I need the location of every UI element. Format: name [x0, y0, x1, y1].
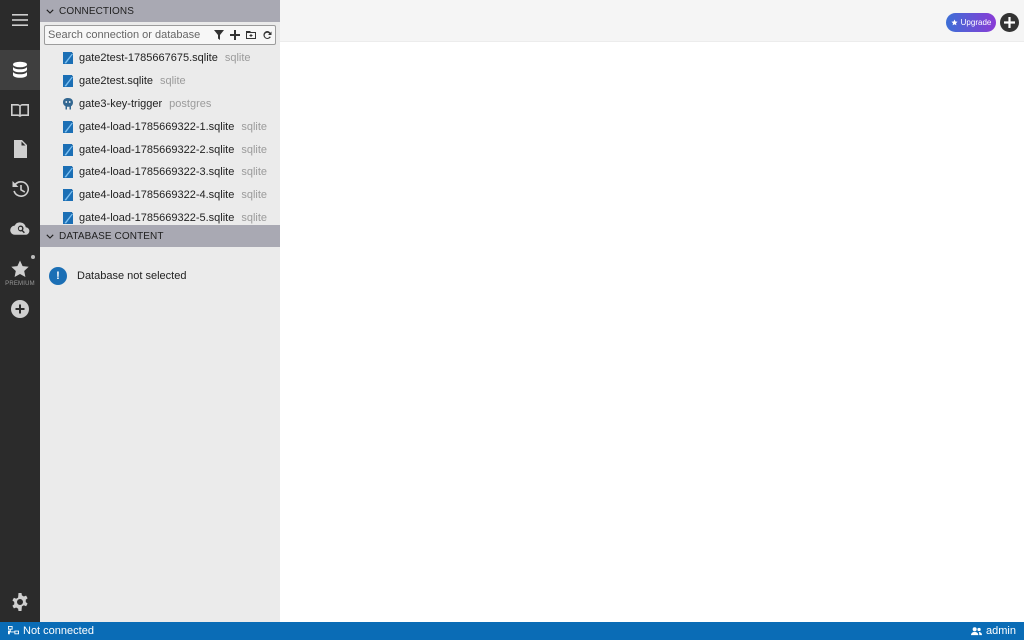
- sqlite-icon: [63, 166, 73, 179]
- upgrade-button[interactable]: Upgrade: [946, 13, 996, 32]
- star-icon: [11, 260, 29, 277]
- rail-file-button[interactable]: [0, 129, 40, 169]
- connection-type: sqlite: [241, 211, 268, 224]
- sqlite-icon: [63, 52, 73, 65]
- refresh-button[interactable]: [259, 26, 275, 44]
- connection-name: gate2test.sqlite: [79, 75, 153, 88]
- connection-type: sqlite: [241, 143, 268, 156]
- connection-item[interactable]: gate4-load-1785669322-3.sqlite sqlite: [40, 161, 280, 184]
- user-name: admin: [986, 625, 1016, 637]
- folder-add-icon: [246, 31, 256, 39]
- menu-button[interactable]: [0, 0, 40, 40]
- connection-type: postgres: [169, 97, 212, 110]
- rail-archive-button[interactable]: [0, 90, 40, 130]
- rail-database-button[interactable]: [0, 50, 40, 90]
- rail-cloud-button[interactable]: [0, 209, 40, 249]
- sqlite-icon: [63, 75, 73, 88]
- sqlite-icon: [63, 189, 73, 202]
- connection-item[interactable]: gate2test.sqlite sqlite: [40, 70, 280, 93]
- side-panel: CONNECTIONS gate2test-1785667675.sqlite s…: [40, 0, 280, 622]
- connection-type: sqlite: [241, 166, 268, 179]
- premium-label: PREMIUM: [5, 281, 35, 287]
- connection-item[interactable]: gate4-load-1785669322-2.sqlite sqlite: [40, 138, 280, 161]
- notice-text: Database not selected: [77, 270, 187, 282]
- connection-type: sqlite: [241, 120, 268, 133]
- file-icon: [14, 140, 27, 158]
- chevron-down-icon: [46, 234, 54, 239]
- sqlite-icon: [63, 143, 73, 156]
- connection-item[interactable]: gate4-load-1785669322-4.sqlite sqlite: [40, 184, 280, 207]
- rail-add-button[interactable]: [0, 289, 40, 329]
- database-content-header-label: DATABASE CONTENT: [59, 230, 164, 242]
- network-icon: [8, 625, 19, 634]
- database-content-section-header[interactable]: DATABASE CONTENT: [40, 225, 280, 247]
- connection-name: gate4-load-1785669322-4.sqlite: [79, 189, 235, 202]
- rail-settings-button[interactable]: [0, 582, 40, 622]
- connection-item[interactable]: gate2test-1785667675.sqlite sqlite: [40, 47, 280, 70]
- users-icon: [971, 626, 983, 635]
- menu-icon: [12, 14, 28, 26]
- sqlite-icon: [63, 120, 73, 133]
- new-connection-button[interactable]: [227, 26, 243, 44]
- database-not-selected-notice: ! Database not selected: [49, 267, 186, 285]
- connections-section-header[interactable]: CONNECTIONS: [40, 0, 280, 22]
- star-icon: [951, 19, 958, 26]
- top-bar: [280, 0, 1024, 42]
- rail-history-button[interactable]: [0, 169, 40, 209]
- connection-name: gate2test-1785667675.sqlite: [79, 52, 218, 65]
- connection-name: gate4-load-1785669322-3.sqlite: [79, 166, 235, 179]
- activity-rail: PREMIUM: [0, 0, 40, 622]
- add-circle-icon: [11, 300, 29, 318]
- connection-name: gate3-key-trigger: [79, 97, 163, 110]
- connection-type: sqlite: [224, 52, 251, 65]
- database-icon: [13, 61, 27, 78]
- connection-name: gate4-load-1785669322-1.sqlite: [79, 120, 235, 133]
- new-folder-button[interactable]: [243, 26, 259, 44]
- connection-status[interactable]: Not connected: [8, 622, 94, 640]
- connection-name: gate4-load-1785669322-2.sqlite: [79, 143, 235, 156]
- connection-item[interactable]: gate4-load-1785669322-1.sqlite sqlite: [40, 115, 280, 138]
- connection-item[interactable]: gate4-load-1785669322-5.sqlite sqlite: [40, 207, 280, 225]
- plus-icon: [230, 30, 240, 40]
- connection-search-input[interactable]: [45, 26, 211, 44]
- connection-status-text: Not connected: [23, 625, 94, 637]
- connections-header-label: CONNECTIONS: [59, 5, 134, 17]
- history-icon: [12, 180, 30, 197]
- connection-type: sqlite: [241, 189, 268, 202]
- settings-icon: [12, 593, 28, 611]
- status-bar: Not connected admin: [0, 622, 1024, 640]
- connection-type: sqlite: [160, 75, 186, 88]
- upgrade-label: Upgrade: [960, 18, 992, 27]
- plus-icon: [1004, 17, 1015, 28]
- user-menu[interactable]: admin: [971, 622, 1016, 640]
- info-icon: !: [49, 267, 67, 285]
- connection-item[interactable]: gate3-key-trigger postgres: [40, 93, 280, 116]
- filter-button[interactable]: [211, 26, 227, 44]
- new-tab-button[interactable]: [1000, 13, 1019, 32]
- postgres-icon: [63, 97, 73, 110]
- connection-search-box: [44, 25, 276, 45]
- refresh-icon: [263, 30, 272, 39]
- connection-name: gate4-load-1785669322-5.sqlite: [79, 211, 235, 224]
- filter-icon: [214, 30, 224, 40]
- cloud-search-icon: [10, 222, 30, 235]
- premium-dot: [31, 255, 35, 259]
- connection-list: gate2test-1785667675.sqlite sqlite gate2te…: [40, 47, 280, 225]
- book-icon: [11, 104, 29, 118]
- sqlite-icon: [63, 211, 73, 224]
- chevron-down-icon: [46, 9, 54, 14]
